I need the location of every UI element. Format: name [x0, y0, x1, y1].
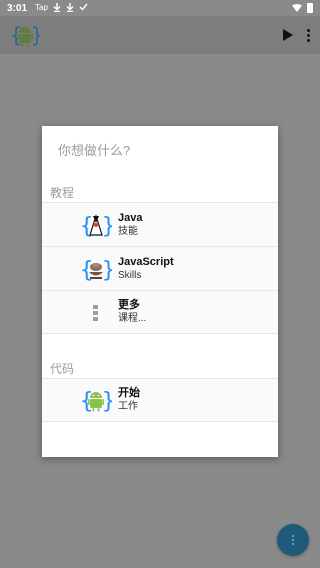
- svg-text:}: }: [102, 258, 112, 283]
- fab-dot: [292, 539, 294, 541]
- more-vertical-icon[interactable]: [307, 28, 310, 42]
- item-title: Java: [118, 211, 143, 224]
- fab-more-button[interactable]: [277, 524, 309, 556]
- list-item-start[interactable]: { } 开始 工作: [42, 378, 278, 422]
- svg-text:}: }: [102, 214, 112, 239]
- battery-icon: [307, 3, 313, 13]
- section-header-tutorials: 教程: [50, 186, 75, 200]
- list-item-java[interactable]: { } Java 技能: [42, 202, 278, 246]
- svg-text:{: {: [80, 258, 93, 283]
- fab-dot: [292, 543, 294, 545]
- item-title: 更多: [118, 299, 140, 311]
- javascript-icon: { }: [80, 253, 112, 285]
- section-header-code: 代码: [50, 362, 75, 376]
- item-subtitle: Skills: [118, 269, 142, 281]
- item-title: JavaScript: [118, 255, 174, 268]
- item-subtitle: 工作: [118, 401, 138, 412]
- list-item-more[interactable]: 更多 课程...: [42, 290, 278, 334]
- check-icon: [79, 3, 88, 13]
- item-title: 开始: [118, 387, 140, 399]
- status-time: 3:01: [7, 2, 28, 14]
- status-bar: 3:01 Tap: [0, 0, 320, 16]
- options-dialog: 你想做什么? 教程 { } Java 技能 { }: [42, 126, 278, 457]
- tap-icon: Tap: [35, 3, 48, 12]
- more-vertical-icon: [80, 296, 112, 328]
- app-bar: { }: [0, 16, 320, 54]
- fab-dot: [292, 535, 294, 537]
- list-item-javascript[interactable]: { } JavaScript Skills: [42, 246, 278, 290]
- download-icon: [66, 2, 74, 14]
- download-icon: [53, 2, 61, 14]
- play-icon[interactable]: [283, 29, 293, 41]
- java-icon: { }: [80, 209, 112, 241]
- item-subtitle: 课程...: [118, 313, 147, 324]
- item-subtitle: 技能: [118, 225, 138, 237]
- wifi-icon: [292, 4, 302, 12]
- dialog-title: 你想做什么?: [58, 143, 131, 158]
- android-icon: { }: [80, 384, 112, 416]
- android-logo-icon: { }: [10, 23, 40, 47]
